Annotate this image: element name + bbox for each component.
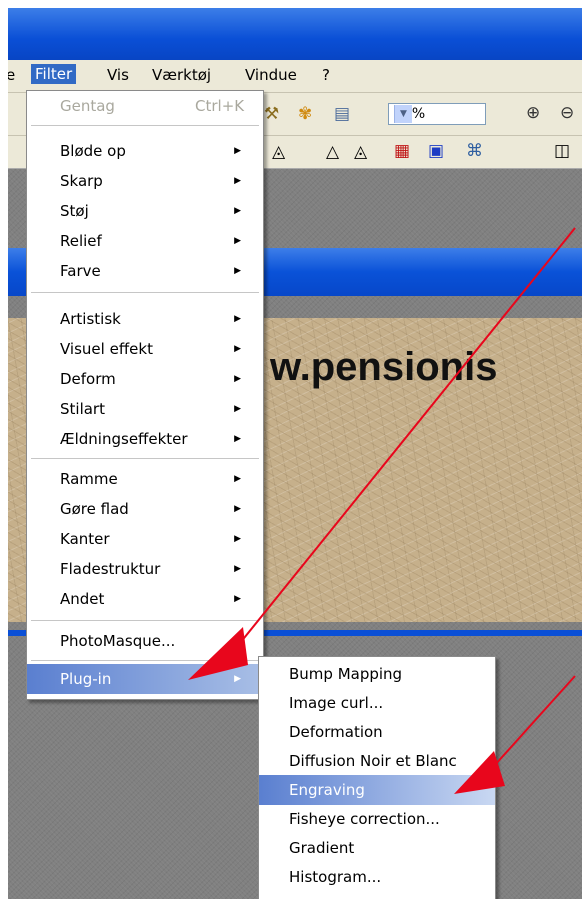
chevron-right-icon: ▶ — [234, 404, 241, 414]
submenu-item-diffusion[interactable]: Diffusion Noir et Blanc — [259, 746, 495, 776]
submenu-item-histogram[interactable]: Histogram... — [259, 862, 495, 892]
chevron-right-icon: ▶ — [234, 564, 241, 574]
chevron-right-icon: ▶ — [234, 594, 241, 604]
menu-item-plugin[interactable]: Plug-in ▶ — [27, 664, 263, 694]
submenu-item-image-curl[interactable]: Image curl... — [259, 688, 495, 718]
chevron-right-icon: ▶ — [234, 504, 241, 514]
plugin-submenu: Bump Mapping Image curl... Deformation D… — [258, 656, 496, 899]
menu-file[interactable]: e — [8, 66, 15, 84]
menu-separator — [31, 660, 259, 661]
menu-item-color[interactable]: Farve ▶ — [27, 256, 263, 286]
chevron-right-icon: ▶ — [234, 266, 241, 276]
people-icon[interactable]: ⌘ — [466, 141, 483, 161]
submenu-item-deformation[interactable]: Deformation — [259, 717, 495, 747]
shortcut-label: Ctrl+K — [195, 97, 245, 115]
chevron-right-icon: ▶ — [234, 176, 241, 186]
chevron-right-icon: ▶ — [234, 206, 241, 216]
tool-icon[interactable]: ⚒ — [264, 104, 279, 124]
chevron-right-icon: ▶ — [234, 236, 241, 246]
menu-item-blur[interactable]: Bløde op ▶ — [27, 136, 263, 166]
chevron-right-icon: ▶ — [234, 146, 241, 156]
menu-item-flatten[interactable]: Gøre flad ▶ — [27, 494, 263, 524]
chevron-right-icon: ▶ — [234, 534, 241, 544]
chevron-down-icon[interactable]: ▼ — [394, 105, 412, 123]
menu-item-relief[interactable]: Relief ▶ — [27, 226, 263, 256]
menu-item-aging[interactable]: Ældningseffekter ▶ — [27, 424, 263, 454]
chevron-right-icon: ▶ — [234, 344, 241, 354]
color-map-icon[interactable]: ▣ — [428, 141, 444, 161]
triangle-fill-icon[interactable]: ◬ — [354, 142, 367, 162]
menu-separator — [31, 125, 259, 126]
zoom-in-icon[interactable]: ⊕ — [526, 103, 540, 123]
menu-filter[interactable]: Filter — [31, 64, 77, 84]
panel-icon[interactable]: ◫ — [554, 141, 570, 161]
menu-bar: e Filter Vis Værktøj Vindue ? — [8, 60, 582, 93]
drop-icon[interactable]: ◬ — [272, 142, 285, 162]
menu-help[interactable]: ? — [322, 66, 330, 84]
menu-item-deform[interactable]: Deform ▶ — [27, 364, 263, 394]
app-window: e Filter Vis Værktøj Vindue ? ⚒ ✾ ▤ ⊕ ⊖ … — [8, 8, 582, 899]
chevron-right-icon: ▶ — [234, 434, 241, 444]
zoom-select[interactable]: 75% ▼ — [388, 103, 486, 125]
menu-separator — [31, 620, 259, 621]
title-bar — [8, 8, 582, 60]
plugin-icon[interactable]: ✾ — [298, 104, 312, 124]
triangle-icon[interactable]: △ — [326, 142, 339, 162]
chevron-right-icon: ▶ — [234, 674, 241, 684]
menu-item-repeat: Gentag Ctrl+K — [27, 91, 263, 121]
filter-menu: Gentag Ctrl+K Bløde op ▶ Skarp ▶ Støj ▶ Rel… — [26, 90, 264, 700]
menu-window[interactable]: Vindue — [245, 66, 297, 84]
menu-separator — [31, 458, 259, 459]
canvas-text: w.pensionis — [270, 345, 498, 389]
menu-item-noise[interactable]: Støj ▶ — [27, 196, 263, 226]
zoom-out-icon[interactable]: ⊖ — [560, 103, 574, 123]
menu-item-photomasque[interactable]: PhotoMasque... — [27, 626, 263, 656]
chevron-right-icon: ▶ — [234, 374, 241, 384]
window-icon[interactable]: ▤ — [334, 104, 350, 124]
menu-separator — [31, 292, 259, 293]
submenu-item-bump-mapping[interactable]: Bump Mapping — [259, 659, 495, 689]
submenu-item-fisheye[interactable]: Fisheye correction... — [259, 804, 495, 834]
menu-tools[interactable]: Værktøj — [152, 66, 211, 84]
menu-item-frame[interactable]: Ramme ▶ — [27, 464, 263, 494]
menu-item-texture[interactable]: Fladestruktur ▶ — [27, 554, 263, 584]
menu-item-artistic[interactable]: Artistisk ▶ — [27, 304, 263, 334]
submenu-item-engraving[interactable]: Engraving — [259, 775, 495, 805]
menu-view[interactable]: Vis — [107, 66, 129, 84]
menu-item-other[interactable]: Andet ▶ — [27, 584, 263, 614]
color-balance-icon[interactable]: ▦ — [394, 141, 410, 161]
chevron-right-icon: ▶ — [234, 314, 241, 324]
menu-item-sharpen[interactable]: Skarp ▶ — [27, 166, 263, 196]
menu-item-visual-effect[interactable]: Visuel effekt ▶ — [27, 334, 263, 364]
menu-item-style[interactable]: Stilart ▶ — [27, 394, 263, 424]
menu-item-edges[interactable]: Kanter ▶ — [27, 524, 263, 554]
chevron-right-icon: ▶ — [234, 474, 241, 484]
submenu-item-gradient[interactable]: Gradient — [259, 833, 495, 863]
